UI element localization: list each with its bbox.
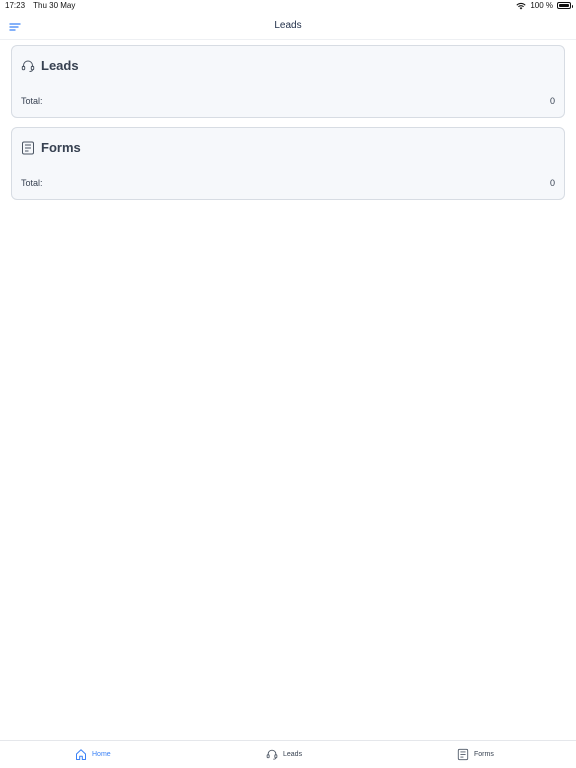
leads-card-header: Leads bbox=[21, 58, 79, 73]
status-bar: 17:23 Thu 30 May 100 % bbox=[0, 0, 576, 12]
status-time: 17:23 bbox=[5, 1, 26, 10]
forms-total-value: 0 bbox=[549, 178, 555, 188]
leads-card[interactable]: Leads Total: 0 bbox=[11, 45, 565, 118]
wifi-icon bbox=[516, 2, 526, 9]
tab-leads-label: Leads bbox=[283, 751, 303, 758]
tab-bar: Home Leads Forms bbox=[0, 740, 576, 768]
tab-home[interactable]: Home bbox=[75, 748, 111, 761]
headset-icon bbox=[266, 749, 278, 760]
tab-forms[interactable]: Forms bbox=[457, 748, 494, 761]
tab-home-label: Home bbox=[92, 751, 111, 758]
leads-total-value: 0 bbox=[549, 96, 555, 106]
form-icon bbox=[22, 141, 34, 154]
forms-card-header: Forms bbox=[21, 140, 81, 155]
home-icon bbox=[76, 749, 86, 760]
status-date: Thu 30 May bbox=[33, 1, 76, 10]
headset-icon bbox=[21, 60, 35, 72]
form-icon bbox=[457, 748, 469, 761]
battery-icon bbox=[557, 2, 573, 9]
page-title: Leads bbox=[274, 20, 302, 31]
leads-card-title: Leads bbox=[41, 58, 79, 73]
forms-card[interactable]: Forms Total: 0 bbox=[11, 127, 565, 200]
tab-forms-label: Forms bbox=[474, 751, 494, 758]
tab-leads[interactable]: Leads bbox=[266, 748, 302, 761]
battery-fill bbox=[559, 4, 569, 7]
forms-card-title: Forms bbox=[41, 140, 81, 155]
leads-total-label: Total: bbox=[21, 96, 43, 106]
nav-bar: Leads bbox=[0, 12, 576, 40]
battery-percent: 100 % bbox=[530, 1, 553, 10]
status-left: 17:23 Thu 30 May bbox=[5, 1, 81, 10]
forms-total-label: Total: bbox=[21, 178, 43, 188]
status-right: 100 % bbox=[516, 1, 573, 10]
